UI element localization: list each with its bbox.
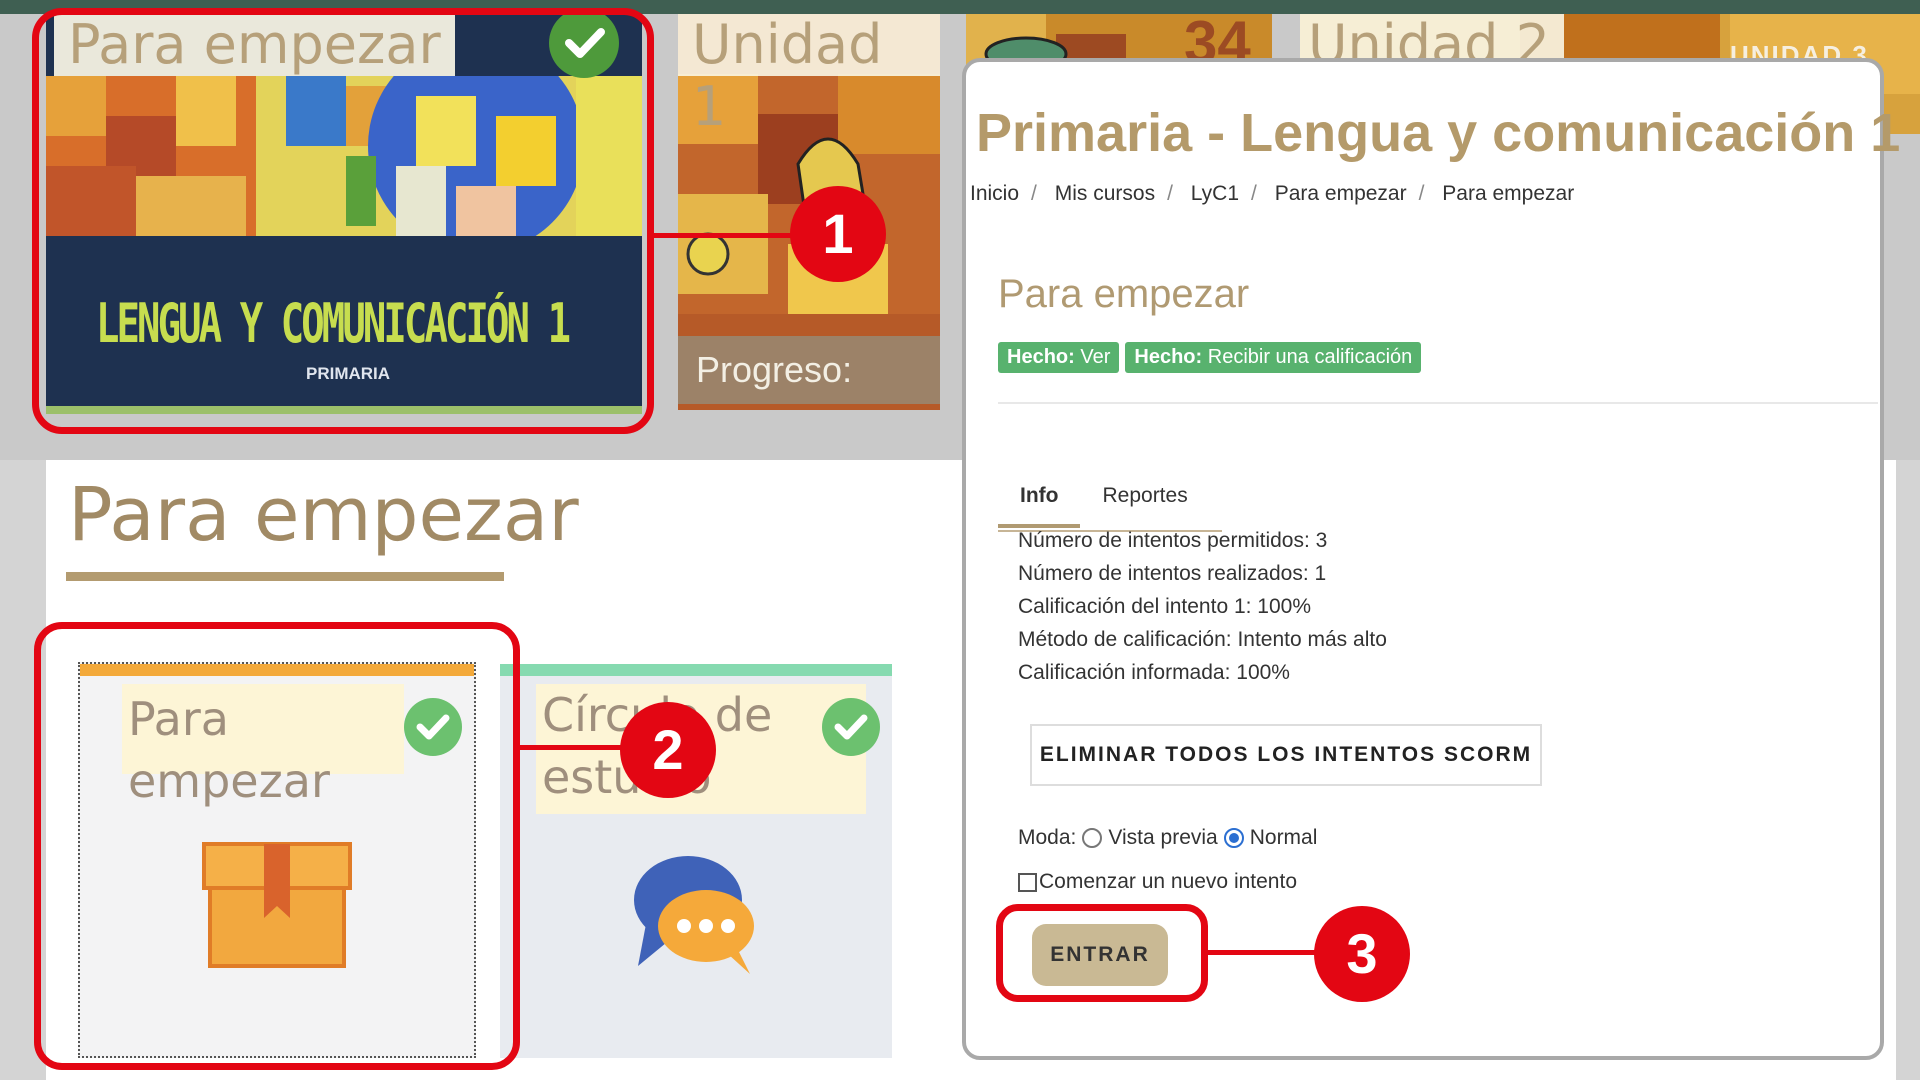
mode-option-normal: Normal xyxy=(1249,826,1318,849)
activity-title: Para empezar xyxy=(998,272,1250,316)
breadcrumb-item-lyc1[interactable]: LyC1 xyxy=(1191,182,1239,205)
annotation-box-2 xyxy=(34,622,520,1070)
breadcrumb-item-mis-cursos[interactable]: Mis cursos xyxy=(1055,182,1155,205)
breadcrumb: Inicio / Mis cursos / LyC1/ Para empezar / … xyxy=(970,182,1575,205)
breadcrumb-item-inicio[interactable]: Inicio xyxy=(970,182,1019,205)
new-attempt-checkbox[interactable] xyxy=(1018,872,1037,892)
attempt-info: Número de intentos permitidos: 3 Número … xyxy=(1018,524,1387,689)
mode-label: Moda: xyxy=(1018,826,1077,849)
breadcrumb-item-section[interactable]: Para empezar xyxy=(1275,182,1407,205)
info-attempts-made: Número de intentos realizados: 1 xyxy=(1018,562,1327,585)
tabs: Info Reportes xyxy=(998,472,1210,528)
mode-selector: Moda: Vista previa Normal xyxy=(1018,826,1317,850)
annotation-number-2: 2 xyxy=(620,702,716,798)
new-attempt-label: Comenzar un nuevo intento xyxy=(1039,870,1297,893)
chat-bubbles-icon xyxy=(634,856,754,974)
new-attempt-row: Comenzar un nuevo intento xyxy=(1018,870,1297,894)
annotation-number-3: 3 xyxy=(1314,906,1410,1002)
annotation-box-3 xyxy=(996,904,1208,1002)
mode-radio-normal[interactable] xyxy=(1223,828,1244,848)
mode-radio-preview[interactable] xyxy=(1082,828,1103,848)
check-icon xyxy=(822,698,880,756)
course-title: Primaria - Lengua y comunicación 1 xyxy=(976,103,1901,163)
badge-text: Recibir una calificación xyxy=(1207,346,1413,368)
completion-badges: Hecho: Ver Hecho: Recibir una calificaci… xyxy=(998,342,1422,373)
badge-prefix: Hecho: xyxy=(1007,346,1075,368)
annotation-number-1: 1 xyxy=(790,186,886,282)
completion-badge-grade: Hecho: Recibir una calificación xyxy=(1125,342,1422,373)
info-attempt-grade: Calificación del intento 1: 100% xyxy=(1018,595,1312,618)
info-attempts-allowed: Número de intentos permitidos: 3 xyxy=(1018,529,1328,552)
completion-badge-view: Hecho: Ver xyxy=(998,342,1120,373)
info-grading-method: Método de calificación: Intento más alto xyxy=(1018,628,1387,651)
tab-reportes[interactable]: Reportes xyxy=(1080,472,1209,528)
mode-option-preview: Vista previa xyxy=(1108,826,1218,849)
info-reported-grade: Calificación informada: 100% xyxy=(1018,661,1290,684)
section-title-underline xyxy=(66,572,504,581)
badge-prefix: Hecho: xyxy=(1134,346,1203,368)
progress-label: Progreso: 75% xyxy=(678,336,940,404)
tab-info[interactable]: Info xyxy=(998,472,1081,528)
breadcrumb-item-activity[interactable]: Para empezar xyxy=(1442,182,1574,205)
delete-scorm-attempts-button[interactable]: ELIMINAR TODOS LOS INTENTOS SCORM xyxy=(1030,724,1542,786)
tile-band xyxy=(500,664,892,676)
divider xyxy=(998,402,1878,404)
section-title: Para empezar xyxy=(68,472,579,558)
badge-text: Ver xyxy=(1080,346,1111,368)
annotation-line-3 xyxy=(1208,950,1328,955)
card-title: Unidad 1 xyxy=(678,14,940,138)
annotation-box-1 xyxy=(32,8,654,434)
annotation-line-1 xyxy=(654,233,804,238)
